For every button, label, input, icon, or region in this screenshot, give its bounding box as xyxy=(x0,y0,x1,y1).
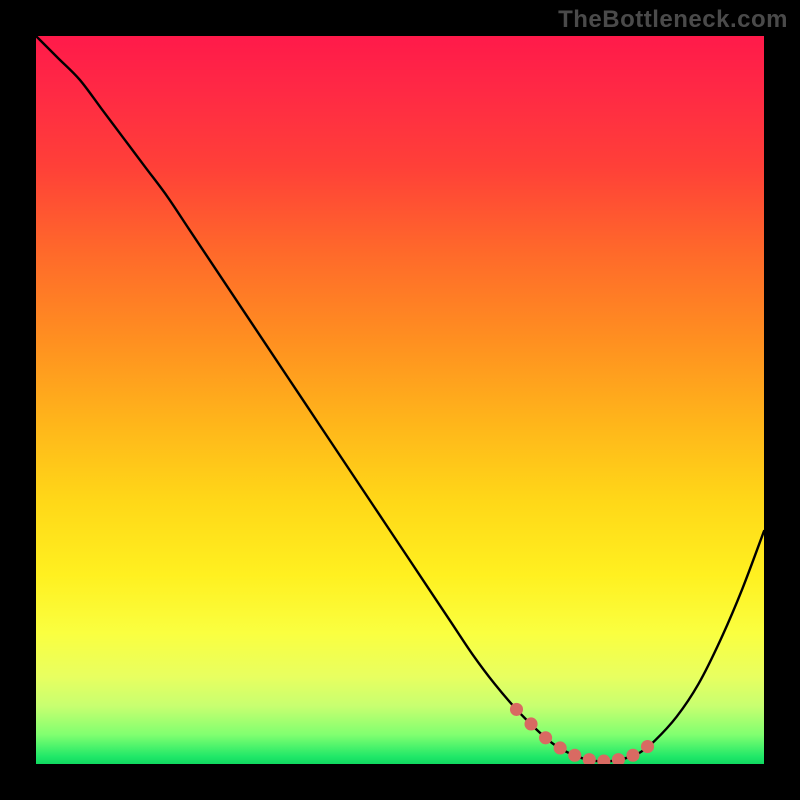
trough-markers xyxy=(510,703,654,764)
trough-marker xyxy=(568,749,581,762)
chart-plot-area xyxy=(36,36,764,764)
trough-marker xyxy=(597,755,610,764)
trough-marker xyxy=(510,703,523,716)
trough-marker xyxy=(626,749,639,762)
chart-svg xyxy=(36,36,764,764)
trough-marker xyxy=(583,753,596,764)
trough-marker xyxy=(641,740,654,753)
trough-marker xyxy=(539,731,552,744)
watermark: TheBottleneck.com xyxy=(558,6,788,34)
trough-marker xyxy=(612,753,625,764)
bottleneck-curve xyxy=(36,36,764,761)
trough-marker xyxy=(524,717,537,730)
trough-marker xyxy=(554,741,567,754)
